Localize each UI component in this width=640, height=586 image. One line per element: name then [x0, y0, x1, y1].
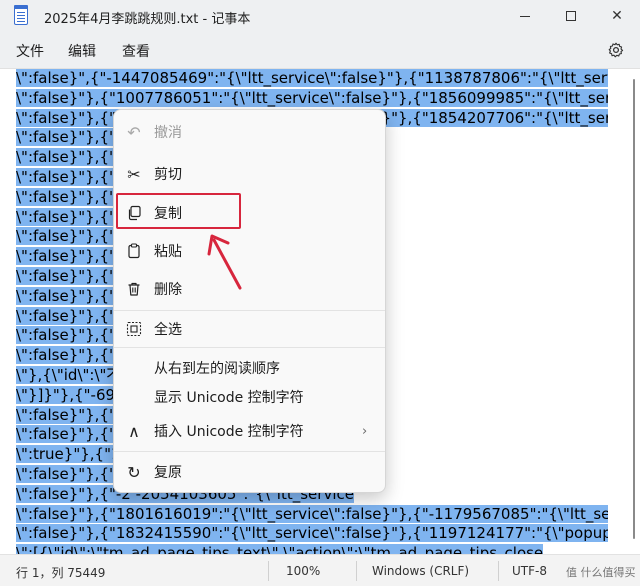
clipboard-icon: [124, 241, 144, 261]
menu-insert-unicode[interactable]: ∧ 插入 Unicode 控制字符 ›: [114, 414, 385, 448]
cursor-position: 行 1，列 75449: [16, 566, 106, 580]
insert-unicode-label: 插入 Unicode 控制字符: [154, 424, 304, 440]
copy-highlight-box: [116, 193, 241, 229]
caret-up-icon: ∧: [128, 421, 140, 441]
menu-separator: [114, 451, 385, 452]
text-line: \":false}",{"-1447085469":"{\"ltt_servic…: [16, 69, 608, 89]
maximize-icon: [566, 11, 576, 21]
select-all-label: 全选: [154, 322, 182, 338]
status-bar: 行 1，列 75449 100% Windows (CRLF) UTF-8: [0, 554, 640, 586]
status-separator: [498, 561, 499, 581]
undo-label: 撤消: [154, 125, 182, 141]
zoom-level[interactable]: 100%: [286, 564, 320, 578]
context-menu: ↶ 撤消 ✂ 剪切 复制 粘贴 删除 全选 从右到左的阅读顺序 显示 Unico…: [113, 109, 386, 493]
settings-gear-icon[interactable]: [608, 42, 624, 58]
scroll-thumb[interactable]: [633, 79, 635, 539]
menu-separator: [114, 347, 385, 348]
menu-reconvert[interactable]: ↻ 复原: [114, 455, 385, 489]
delete-label: 删除: [154, 282, 182, 298]
selected-text: \":false}"},{"1801616019":"{\"ltt_servic…: [16, 504, 608, 523]
menu-undo[interactable]: ↶ 撤消: [114, 115, 385, 149]
text-line: \":[{\"id\":\"tm_ad_page_tips_text\",\"a…: [16, 544, 608, 554]
title-bar: 2025年4月李跳跳规则.txt - 记事本 ✕: [0, 0, 640, 32]
scissors-icon: ✂: [127, 164, 141, 184]
menu-edit[interactable]: 编辑: [68, 41, 96, 61]
status-separator: [356, 561, 357, 581]
undo-icon: ↶: [127, 122, 141, 142]
menu-cut[interactable]: ✂ 剪切: [114, 157, 385, 191]
menu-select-all[interactable]: 全选: [114, 312, 385, 346]
menu-show-unicode[interactable]: 显示 Unicode 控制字符: [114, 380, 385, 414]
line-ending[interactable]: Windows (CRLF): [372, 564, 469, 578]
menu-view[interactable]: 查看: [122, 41, 150, 61]
menu-file[interactable]: 文件: [16, 41, 44, 61]
selected-text: \":[{\"id\":\"tm_ad_page_tips_text\",\"a…: [16, 544, 544, 554]
paste-label: 粘贴: [154, 244, 182, 260]
window-title: 2025年4月李跳跳规则.txt - 记事本: [44, 12, 251, 27]
close-button[interactable]: ✕: [594, 0, 640, 32]
menu-bar: 文件 编辑 查看: [0, 32, 640, 68]
notepad-icon: [14, 5, 28, 25]
encoding[interactable]: UTF-8: [512, 564, 547, 578]
text-line: \":false}"},{"1007786051":"{\"ltt_servic…: [16, 88, 608, 109]
reconvert-label: 复原: [154, 465, 182, 481]
selected-text: \":false}",{"-1447085469":"{\"ltt_servic…: [16, 69, 608, 87]
minimize-icon: [520, 15, 530, 17]
annotation-arrow-icon: [207, 234, 242, 290]
trash-icon: [124, 279, 144, 299]
minimize-button[interactable]: [502, 0, 548, 32]
text-line: \":false}"},{"1832415590":"{\"ltt_servic…: [16, 524, 608, 544]
show-unicode-label: 显示 Unicode 控制字符: [154, 390, 304, 406]
reconvert-icon: ↻: [127, 462, 141, 482]
close-icon: ✕: [611, 8, 623, 24]
rtl-label: 从右到左的阅读顺序: [154, 361, 280, 377]
chevron-right-icon: ›: [362, 423, 368, 439]
menu-separator: [114, 310, 385, 311]
status-separator: [268, 561, 269, 581]
watermark: 值 什么值得买: [566, 566, 636, 579]
text-line: \":false}"},{"1801616019":"{\"ltt_servic…: [16, 504, 608, 525]
maximize-button[interactable]: [548, 0, 594, 32]
selected-text: \":false}"},{"1832415590":"{\"ltt_servic…: [16, 524, 608, 543]
vertical-scrollbar[interactable]: [628, 69, 640, 554]
selected-text: \":false}"},{"1007786051":"{\"ltt_servic…: [16, 88, 608, 107]
select-all-icon: [124, 319, 144, 339]
cut-label: 剪切: [154, 167, 182, 183]
